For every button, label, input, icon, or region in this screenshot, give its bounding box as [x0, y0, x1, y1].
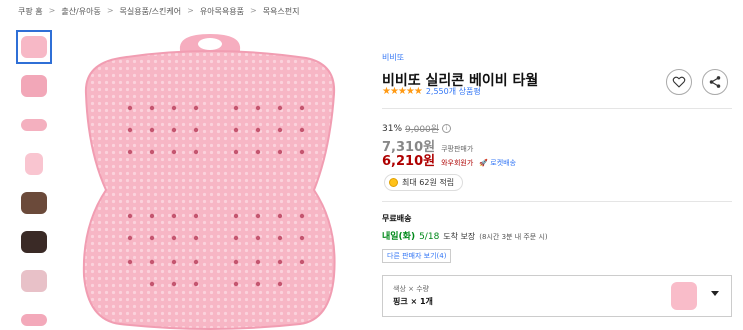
- product-main-image: [82, 34, 336, 330]
- star-rating-icon: ★★★★★: [382, 86, 423, 97]
- thumbnail-image: [21, 36, 47, 58]
- share-button[interactable]: [702, 69, 728, 95]
- thumbnail-image: [21, 119, 47, 131]
- option-select[interactable]: 색상 × 수량 핑크 × 1개: [382, 275, 732, 317]
- breadcrumb: 쿠팡 홈 > 출산/유아동 > 목실용품/스킨케어 > 유아목욕용품 > 목욕스…: [18, 6, 300, 17]
- thumbnail-image: [21, 75, 47, 97]
- wishlist-button[interactable]: [666, 69, 692, 95]
- thumbnail-item[interactable]: [16, 147, 52, 181]
- breadcrumb-item[interactable]: 쿠팡 홈: [18, 6, 43, 17]
- thumbnail-item[interactable]: [16, 303, 52, 330]
- discount-rate: 31%: [382, 123, 403, 134]
- thumbnail-image: [21, 270, 47, 292]
- coin-icon: [389, 178, 398, 187]
- shipping-title: 무료배송: [382, 214, 412, 223]
- divider: [382, 201, 732, 202]
- breadcrumb-item[interactable]: 출산/유아동: [61, 6, 101, 17]
- breadcrumb-separator: >: [48, 6, 56, 15]
- wow-price: 6,210원: [382, 154, 436, 169]
- thumbnail-item[interactable]: [16, 264, 52, 298]
- chevron-down-icon: [711, 291, 719, 296]
- breadcrumb-separator: >: [249, 6, 257, 15]
- discount-row: 31% 9,000원 i: [382, 122, 452, 135]
- rocket-delivery-badge: 🚀 로켓배송: [479, 159, 517, 167]
- delivery-info: 내일(화) 5/18 도착 보장 (8시간 3분 내 주문 시): [382, 229, 548, 242]
- brand-link[interactable]: 비비또: [382, 52, 404, 63]
- thumbnail-image: [25, 153, 43, 175]
- thumbnail-image: [21, 314, 47, 326]
- wow-price-label: 와우회원가: [441, 159, 474, 167]
- breadcrumb-item[interactable]: 목실용품/스킨케어: [120, 6, 182, 17]
- original-price: 9,000원: [405, 125, 440, 135]
- delivery-date: 5/18: [419, 232, 440, 242]
- divider: [382, 108, 732, 109]
- heart-icon: [672, 76, 686, 88]
- product-rating: ★★★★★ 2,550개 상품평: [382, 86, 481, 97]
- share-icon: [709, 76, 721, 88]
- breadcrumb-separator: >: [106, 6, 114, 15]
- thumbnail-item[interactable]: [16, 225, 52, 259]
- delivery-guarantee: 도착 보장: [443, 232, 476, 241]
- option-value: 핑크 × 1개: [393, 297, 433, 306]
- info-icon[interactable]: i: [442, 124, 452, 133]
- other-sellers-button[interactable]: 다른 판매자 보기(4): [382, 249, 452, 263]
- breadcrumb-item[interactable]: 목욕스펀지: [263, 6, 300, 17]
- option-label: 색상 × 수량: [393, 285, 430, 293]
- thumbnail-image: [21, 231, 47, 253]
- thumbnail-item[interactable]: [16, 108, 52, 142]
- wow-price-row: 6,210원 와우회원가 🚀 로켓배송: [382, 150, 516, 169]
- breadcrumb-separator: >: [187, 6, 194, 15]
- thumbnail-item[interactable]: [16, 69, 52, 103]
- rocket-delivery-label: 로켓배송: [490, 159, 517, 167]
- delivery-day: 내일(화): [382, 232, 416, 242]
- thumbnail-item[interactable]: [16, 186, 52, 220]
- reward-badge[interactable]: 최대 62원 적립: [384, 174, 464, 191]
- thumbnail-image: [21, 192, 47, 214]
- reward-text: 최대 62원 적립: [402, 178, 455, 187]
- thumbnail-list: [16, 30, 56, 330]
- breadcrumb-item[interactable]: 유아목욕용품: [200, 6, 244, 17]
- delivery-note: (8시간 3분 내 주문 시): [479, 233, 548, 241]
- thumbnail-item[interactable]: [16, 30, 52, 64]
- review-count-link[interactable]: 2,550개 상품평: [426, 86, 481, 97]
- option-thumbnail: [671, 282, 697, 310]
